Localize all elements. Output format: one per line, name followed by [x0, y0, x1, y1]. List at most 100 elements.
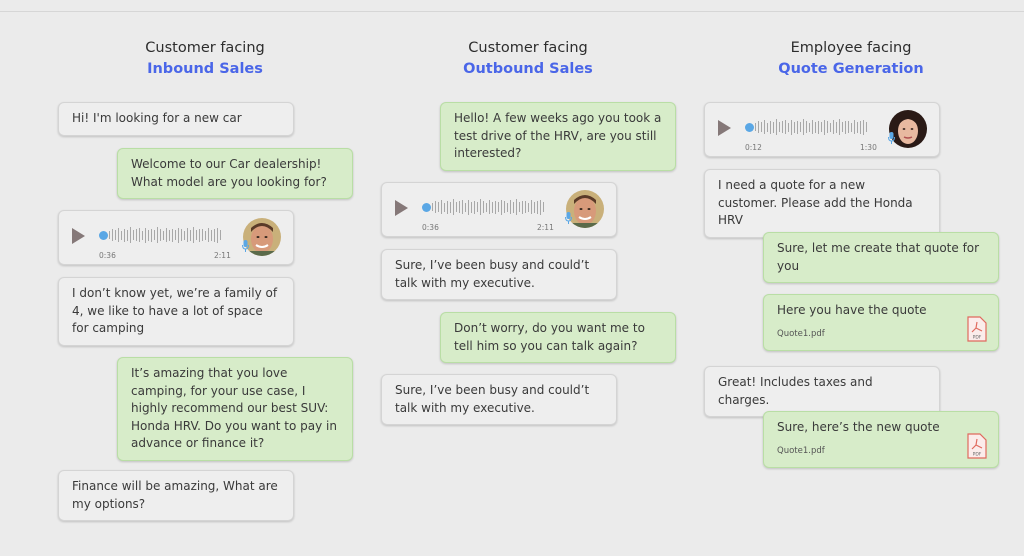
waveform-bar: [118, 228, 119, 242]
waveform-bar: [848, 121, 849, 133]
svg-text:PDF: PDF: [973, 335, 982, 341]
waveform-bar: [163, 230, 164, 240]
waveform-bar: [115, 230, 116, 240]
waveform-bar: [456, 202, 457, 212]
message-bubble: Sure, I’ve been busy and could’t talk wi…: [381, 374, 617, 425]
waveform-bar: [860, 120, 861, 134]
audio-elapsed: 0:12: [745, 143, 762, 152]
column-header: Customer facing Inbound Sales: [85, 38, 325, 80]
message-text: It’s amazing that you love camping, for …: [131, 366, 337, 450]
audio-duration: 1:30: [860, 143, 877, 152]
message-bubble: Welcome to our Car dealership! What mode…: [117, 148, 353, 199]
waveform-bar: [815, 121, 816, 133]
waveform-bar: [432, 203, 433, 211]
waveform-bar: [498, 202, 499, 212]
message-text: I need a quote for a new customer. Pleas…: [718, 178, 913, 227]
message-text: Sure, here’s the new quote: [777, 420, 940, 434]
column-title: Quote Generation: [778, 61, 924, 77]
file-name[interactable]: Quote1.pdf: [777, 443, 985, 461]
waveform-bar: [504, 201, 505, 213]
waveform-bar: [220, 230, 221, 240]
waveform-bar: [528, 202, 529, 212]
waveform-bar: [803, 119, 804, 135]
waveform-bar: [785, 120, 786, 134]
waveform-bar: [109, 231, 110, 239]
waveform-bar: [112, 229, 113, 241]
waveform-bar: [782, 121, 783, 133]
waveform-bar: [821, 122, 822, 132]
waveform-bar: [507, 202, 508, 212]
audio-progress-handle[interactable]: [99, 230, 108, 240]
audio-waveform[interactable]: [422, 198, 547, 216]
waveform-bar: [522, 200, 523, 214]
message-bubble: Hi! I'm looking for a new car: [58, 102, 294, 136]
waveform-bar: [462, 200, 463, 214]
message-text: Here you have the quote: [777, 303, 927, 317]
waveform-bar: [489, 200, 490, 214]
play-icon[interactable]: [395, 200, 408, 216]
waveform-bar: [477, 202, 478, 212]
waveform-bar: [187, 228, 188, 242]
waveform-bar: [818, 120, 819, 134]
play-icon[interactable]: [72, 228, 85, 244]
waveform-bar: [465, 202, 466, 212]
audio-elapsed: 0:36: [422, 223, 439, 232]
waveform-bar: [169, 229, 170, 241]
waveform-bar: [453, 199, 454, 215]
waveform-bar: [145, 227, 146, 243]
message-text: Don’t worry, do you want me to tell him …: [454, 321, 645, 353]
waveform-bar: [184, 230, 185, 240]
pdf-icon[interactable]: PDF: [967, 433, 987, 459]
message-bubble: Hello! A few weeks ago you took a test d…: [440, 102, 676, 171]
audio-waveform[interactable]: [99, 226, 224, 244]
waveform-bar: [794, 121, 795, 133]
waveform-bar: [211, 229, 212, 241]
audio-message: 0:36 2:11: [381, 182, 617, 237]
waveform-bar: [483, 201, 484, 213]
audio-progress-handle[interactable]: [422, 202, 431, 212]
waveform-bar: [863, 119, 864, 135]
file-name[interactable]: Quote1.pdf: [777, 326, 985, 344]
message-text: Sure, let me create that quote for you: [777, 241, 980, 273]
waveform-bar: [857, 121, 858, 133]
waveform-bar: [812, 120, 813, 134]
waveform-bar: [845, 120, 846, 134]
column-subtitle: Customer facing: [145, 40, 265, 56]
waveform-bar: [513, 201, 514, 213]
waveform-bar: [755, 123, 756, 131]
waveform-bar: [797, 120, 798, 134]
waveform-bar: [205, 230, 206, 240]
waveform-bar: [842, 122, 843, 132]
column-subtitle: Customer facing: [468, 40, 588, 56]
pdf-icon[interactable]: PDF: [967, 316, 987, 342]
audio-progress-handle[interactable]: [745, 122, 754, 132]
waveform-bar: [510, 200, 511, 214]
waveform-bar: [516, 199, 517, 215]
column-header: Customer facing Outbound Sales: [408, 38, 648, 80]
message-text: Hi! I'm looking for a new car: [72, 111, 242, 125]
message-text: Finance will be amazing, What are my opt…: [72, 479, 278, 511]
waveform-bar: [761, 122, 762, 132]
waveform-bar: [764, 120, 765, 134]
waveform-bar: [854, 120, 855, 134]
waveform-bar: [444, 202, 445, 212]
message-text: Sure, I’ve been busy and could’t talk wi…: [395, 383, 590, 415]
audio-elapsed: 0:36: [99, 251, 116, 260]
waveform-bar: [770, 120, 771, 134]
waveform-bar: [447, 200, 448, 214]
file-message: Here you have the quote Quote1.pdf PDF: [763, 294, 999, 351]
waveform-bar: [471, 201, 472, 213]
waveform-bar: [851, 122, 852, 132]
waveform-bar: [540, 199, 541, 215]
waveform-bar: [839, 119, 840, 135]
play-icon[interactable]: [718, 120, 731, 136]
waveform-bar: [827, 121, 828, 133]
svg-text:PDF: PDF: [973, 452, 982, 458]
waveform-bar: [468, 199, 469, 215]
waveform-bar: [154, 230, 155, 240]
message-bubble: It’s amazing that you love camping, for …: [117, 357, 353, 461]
waveform-bar: [142, 230, 143, 240]
column-title: Outbound Sales: [463, 61, 593, 77]
audio-waveform[interactable]: [745, 118, 870, 136]
waveform-bar: [806, 121, 807, 133]
